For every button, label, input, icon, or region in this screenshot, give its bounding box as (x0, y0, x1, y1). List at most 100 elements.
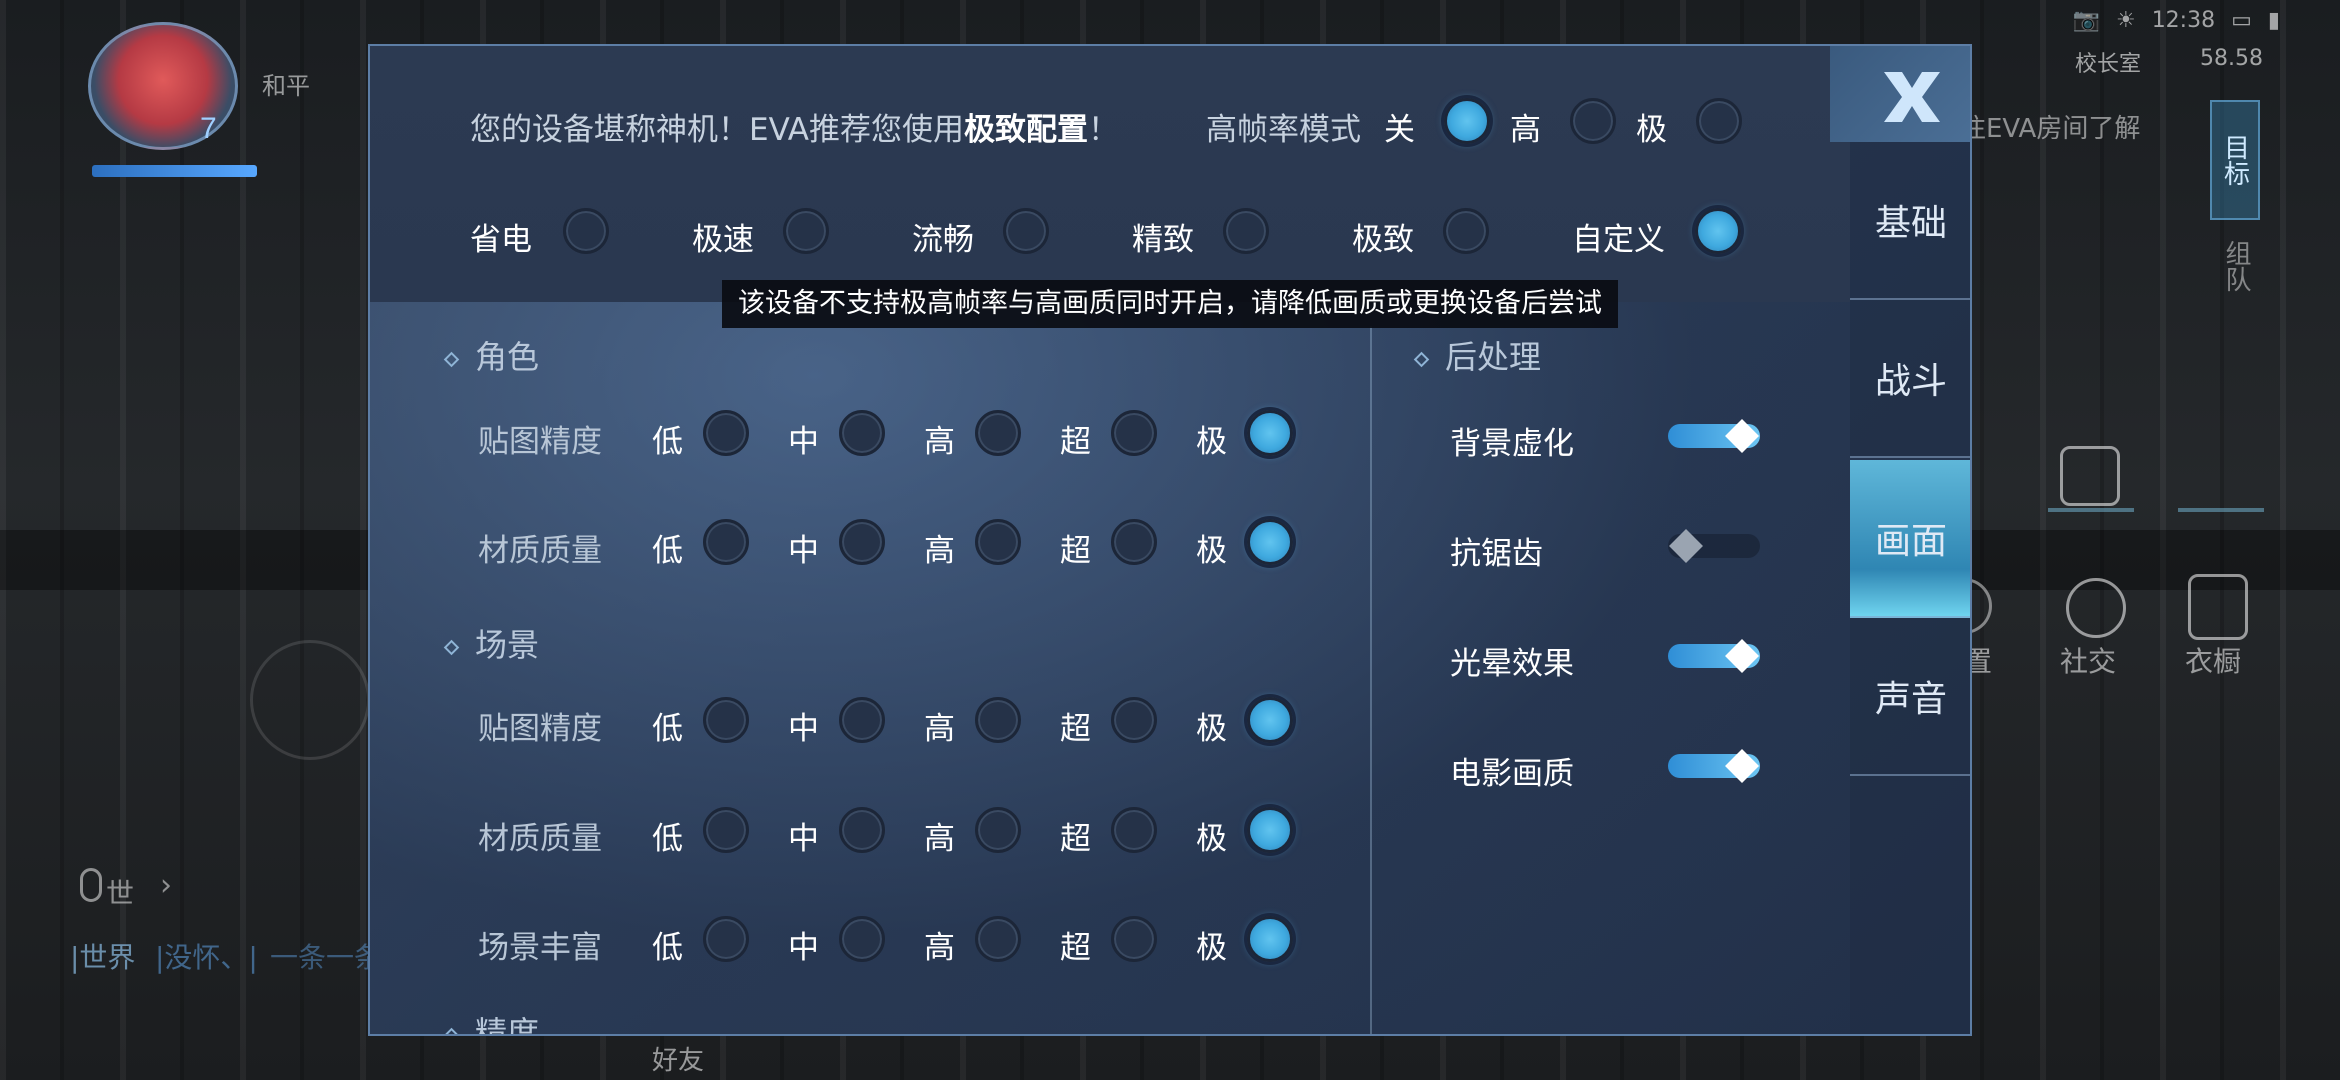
tab-graphics[interactable]: 画面 (1850, 460, 1970, 618)
quality-level-radio[interactable] (1111, 916, 1157, 962)
hfr-option-label: 高 (1510, 112, 1541, 148)
preset-power-save-radio[interactable] (563, 208, 609, 254)
eva-hint-text: 往EVA房间了解 (1960, 114, 2141, 144)
chat-message-text: 一条一条 (270, 941, 383, 974)
tab-sound[interactable]: 声音 (1850, 618, 1970, 776)
quality-level-radio[interactable] (703, 697, 749, 743)
quality-level-label: 中 (788, 533, 819, 569)
player-exp-bar (92, 165, 257, 177)
quality-level-label: 高 (924, 533, 955, 569)
target-button[interactable]: 目标 (2210, 100, 2260, 220)
background-blur-toggle[interactable] (1668, 419, 1760, 453)
quality-level-radio[interactable] (703, 410, 749, 456)
preset-fine-radio[interactable] (1223, 208, 1269, 254)
quality-level-radio[interactable] (839, 519, 885, 565)
quality-level-label: 低 (652, 533, 683, 569)
microphone-icon[interactable] (80, 868, 102, 902)
section-character: 角色 (443, 332, 540, 378)
tab-basic[interactable]: 基础 (1850, 142, 1970, 300)
hfr-high-radio[interactable] (1570, 98, 1616, 144)
quality-level-radio[interactable] (975, 807, 1021, 853)
anti-aliasing-toggle[interactable] (1668, 529, 1760, 563)
quality-level-label: 极 (1196, 424, 1227, 460)
quality-level-label: 超 (1060, 930, 1091, 966)
quality-level-label: 超 (1060, 533, 1091, 569)
recommend-highlight: 极致配置 (964, 112, 1089, 148)
chat-channel-label: 世 (106, 877, 135, 910)
social-icon[interactable] (2066, 578, 2126, 638)
section-postprocess: 后处理 (1413, 332, 1541, 378)
quality-level-radio[interactable] (1247, 410, 1293, 456)
pp-label: 背景虚化 (1450, 426, 1574, 462)
hfr-option-label: 关 (1384, 112, 1415, 148)
preset-smooth-radio[interactable] (1003, 208, 1049, 254)
quality-level-radio[interactable] (1247, 697, 1293, 743)
briefcase-underline (2048, 508, 2134, 512)
quality-level-radio[interactable] (703, 916, 749, 962)
quality-level-label: 低 (652, 821, 683, 857)
quality-level-radio[interactable] (1111, 697, 1157, 743)
preset-ultimate-radio[interactable] (1443, 208, 1489, 254)
signal-icon: ▮ (2267, 8, 2280, 33)
quality-level-radio[interactable] (975, 697, 1021, 743)
column-divider (1370, 326, 1372, 1034)
quality-level-radio[interactable] (703, 519, 749, 565)
quality-level-label: 中 (788, 930, 819, 966)
quality-level-radio[interactable] (1247, 519, 1293, 565)
quality-level-radio[interactable] (839, 697, 885, 743)
status-time: 12:38 (2151, 8, 2216, 33)
recommend-suffix: ！ (1088, 112, 1120, 148)
camera-icon: 📷 (2072, 8, 2100, 33)
quality-row-label: 材质质量 (478, 533, 602, 569)
system-status-bar: 📷 ☀ 12:38 ▭ ▮ (2073, 8, 2280, 33)
quality-level-radio[interactable] (839, 916, 885, 962)
quality-level-radio[interactable] (975, 410, 1021, 456)
quality-level-radio[interactable] (975, 519, 1021, 565)
quality-row-label: 贴图精度 (478, 711, 602, 747)
preset-speed-radio[interactable] (783, 208, 829, 254)
joystick[interactable] (250, 640, 370, 760)
section-scene: 场景 (443, 620, 539, 666)
quality-level-radio[interactable] (1247, 807, 1293, 853)
player-name: 和平 (262, 73, 310, 100)
hfr-label: 高帧率模式 (1206, 112, 1361, 148)
quality-level-label: 中 (788, 821, 819, 857)
quality-level-radio[interactable] (839, 807, 885, 853)
hfr-extreme-radio[interactable] (1696, 98, 1742, 144)
quality-level-label: 高 (924, 821, 955, 857)
close-button[interactable] (1830, 46, 1970, 142)
tab-combat[interactable]: 战斗 (1850, 300, 1970, 458)
preset-label: 省电 (470, 222, 532, 258)
preset-label: 自定义 (1572, 222, 1665, 258)
diamond-icon (443, 639, 460, 655)
slot-underline (2178, 508, 2264, 512)
chevron-right-icon[interactable]: › (160, 868, 172, 903)
quality-level-radio[interactable] (1111, 807, 1157, 853)
bloom-toggle[interactable] (1668, 639, 1760, 673)
briefcase-icon[interactable] (2060, 446, 2120, 506)
quality-level-radio[interactable] (1111, 410, 1157, 456)
quality-level-label: 高 (924, 711, 955, 747)
quality-level-label: 低 (652, 711, 683, 747)
preset-label: 极致 (1352, 222, 1414, 258)
quality-level-radio[interactable] (975, 916, 1021, 962)
team-button[interactable]: 组队 (2218, 240, 2255, 292)
preset-custom-radio[interactable] (1695, 208, 1741, 254)
section-title: 角色 (475, 338, 540, 376)
quality-level-radio[interactable] (703, 807, 749, 853)
recommend-text: 您的设备堪称神机！EVA推荐您使用极致配置！ (470, 104, 1119, 149)
friends-label[interactable]: 好友 (652, 1040, 704, 1077)
fps-label: 58.58 (2200, 46, 2263, 71)
diamond-icon (443, 351, 460, 367)
quality-level-radio[interactable] (1247, 916, 1293, 962)
wardrobe-icon[interactable] (2188, 574, 2248, 640)
pp-label: 光晕效果 (1450, 646, 1574, 682)
panel-top-region (370, 46, 1850, 302)
quality-level-label: 极 (1196, 533, 1227, 569)
quality-row-label: 场景丰富 (478, 930, 602, 966)
cinematic-quality-toggle[interactable] (1668, 749, 1760, 783)
player-level: 7 (200, 112, 217, 145)
hfr-off-radio[interactable] (1444, 98, 1490, 144)
quality-level-radio[interactable] (839, 410, 885, 456)
quality-level-radio[interactable] (1111, 519, 1157, 565)
